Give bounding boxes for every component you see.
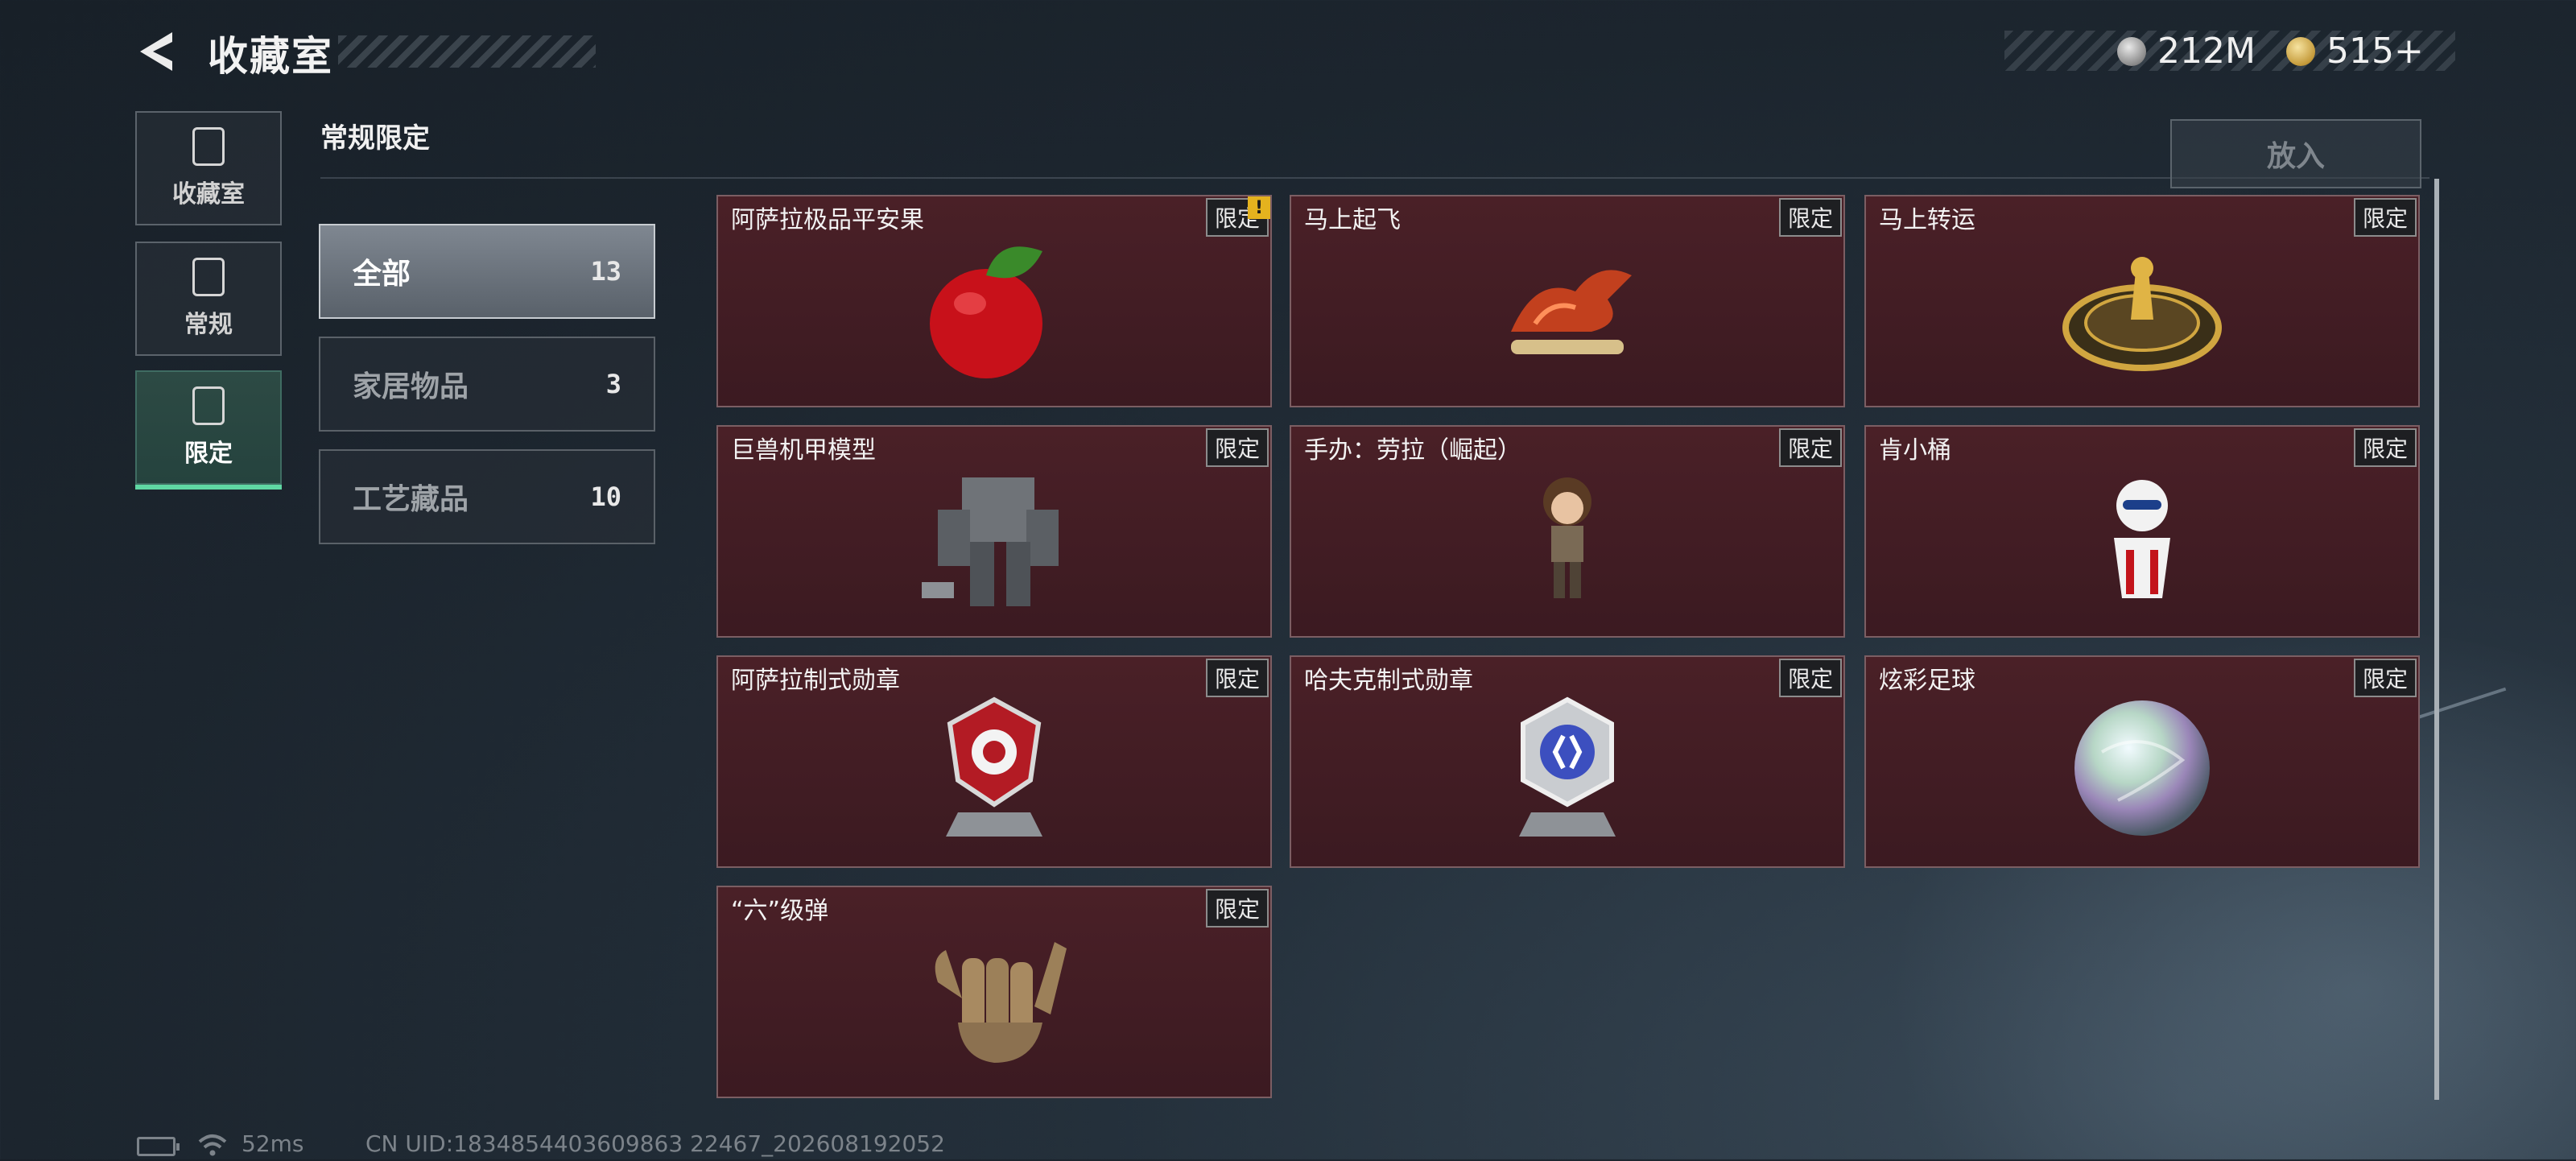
category-count: 3 bbox=[605, 369, 621, 399]
gold-coin-icon bbox=[2286, 36, 2315, 66]
limited-tag: 限定 bbox=[2354, 198, 2417, 237]
category-name: 全部 bbox=[353, 258, 411, 291]
currency-gold[interactable]: 515+ bbox=[2286, 31, 2424, 72]
back-arrow-icon[interactable] bbox=[132, 27, 180, 76]
item-name: “六”级弹 bbox=[731, 897, 829, 925]
mascot-bucket-icon bbox=[2094, 469, 2190, 609]
blue-medal-icon bbox=[1507, 692, 1628, 848]
item-card[interactable]: 手办：劳拉（崛起） 限定 bbox=[1290, 425, 1845, 638]
item-card[interactable]: 巨兽机甲模型 限定 bbox=[716, 425, 1272, 638]
currency-silver-value: 212M bbox=[2157, 31, 2256, 72]
warning-badge: ! bbox=[1248, 196, 1270, 219]
limited-icon bbox=[192, 386, 225, 425]
item-name: 肯小桶 bbox=[1879, 436, 1951, 465]
item-card[interactable]: 马上转运 限定 bbox=[1864, 195, 2420, 407]
item-card[interactable]: 阿萨拉制式勋章 限定 bbox=[716, 655, 1272, 868]
item-name: 马上转运 bbox=[1879, 206, 1975, 234]
title-decoration bbox=[338, 35, 596, 68]
ping-text: 52ms bbox=[242, 1130, 304, 1157]
item-name: 哈夫克制式勋章 bbox=[1304, 667, 1473, 695]
item-card[interactable]: “六”级弹 限定 bbox=[716, 886, 1272, 1098]
nav-regular[interactable]: 常规 bbox=[135, 242, 282, 356]
uid-text: CN UID:1834854403609863 22467_2026081920… bbox=[365, 1130, 945, 1157]
wifi-icon bbox=[196, 1134, 229, 1161]
limited-tag: 限定 bbox=[1206, 889, 1269, 928]
item-card[interactable]: 阿萨拉极品平安果 限定 ! bbox=[716, 195, 1272, 407]
battery-icon bbox=[137, 1137, 180, 1156]
limited-tag: 限定 bbox=[2354, 659, 2417, 697]
collection-room-icon bbox=[192, 127, 225, 166]
mech-model-icon bbox=[914, 461, 1075, 618]
limited-tag: 限定 bbox=[1206, 659, 1269, 697]
nav-collection-room[interactable]: 收藏室 bbox=[135, 111, 282, 225]
item-card[interactable]: 肯小桶 限定 bbox=[1864, 425, 2420, 638]
category-name: 家居物品 bbox=[353, 370, 469, 403]
limited-tag: 限定 bbox=[1779, 198, 1842, 237]
item-name: 手办：劳拉（崛起） bbox=[1304, 436, 1521, 465]
item-name: 阿萨拉制式勋章 bbox=[731, 667, 900, 695]
nav-label: 收藏室 bbox=[172, 180, 245, 209]
item-name: 阿萨拉极品平安果 bbox=[731, 206, 924, 234]
red-medal-icon bbox=[934, 692, 1055, 848]
category-all[interactable]: 全部 13 bbox=[319, 224, 655, 319]
page-title: 收藏室 bbox=[208, 33, 333, 80]
item-name: 炫彩足球 bbox=[1879, 667, 1975, 695]
regular-icon bbox=[192, 258, 225, 296]
limited-tag: 限定 bbox=[1779, 428, 1842, 467]
nav-limited[interactable]: 限定 bbox=[135, 370, 282, 490]
limited-tag: 限定 bbox=[1779, 659, 1842, 697]
item-card[interactable]: 炫彩足球 限定 bbox=[1864, 655, 2420, 868]
limited-tag: 限定 bbox=[1206, 428, 1269, 467]
section-divider bbox=[320, 177, 2429, 179]
currency-silver[interactable]: 212M bbox=[2117, 31, 2256, 72]
item-name: 马上起飞 bbox=[1304, 206, 1401, 234]
scrollbar-thumb[interactable] bbox=[2434, 179, 2439, 1100]
item-name: 巨兽机甲模型 bbox=[731, 436, 876, 465]
apple-icon bbox=[922, 227, 1067, 391]
iridescent-ball-icon bbox=[2070, 696, 2215, 844]
item-card[interactable]: 哈夫克制式勋章 限定 bbox=[1290, 655, 1845, 868]
horse-statue-icon bbox=[1487, 243, 1648, 375]
hand-gesture-icon bbox=[914, 926, 1075, 1074]
silver-coin-icon bbox=[2117, 36, 2146, 66]
figure-icon bbox=[1523, 469, 1612, 609]
category-name: 工艺藏品 bbox=[353, 483, 469, 516]
limited-tag: 限定 bbox=[2354, 428, 2417, 467]
category-count: 13 bbox=[590, 256, 621, 287]
item-card[interactable]: 马上起飞 限定 bbox=[1290, 195, 1845, 407]
category-count: 10 bbox=[590, 481, 621, 512]
put-in-button[interactable]: 放入 bbox=[2170, 119, 2421, 188]
category-home-items[interactable]: 家居物品 3 bbox=[319, 337, 655, 432]
nav-label: 常规 bbox=[184, 311, 233, 339]
currency-gold-value: 515+ bbox=[2326, 31, 2424, 72]
category-craft-items[interactable]: 工艺藏品 10 bbox=[319, 449, 655, 544]
section-title: 常规限定 bbox=[320, 122, 430, 155]
nav-label: 限定 bbox=[184, 440, 233, 468]
fortune-wheel-icon bbox=[2062, 239, 2223, 379]
